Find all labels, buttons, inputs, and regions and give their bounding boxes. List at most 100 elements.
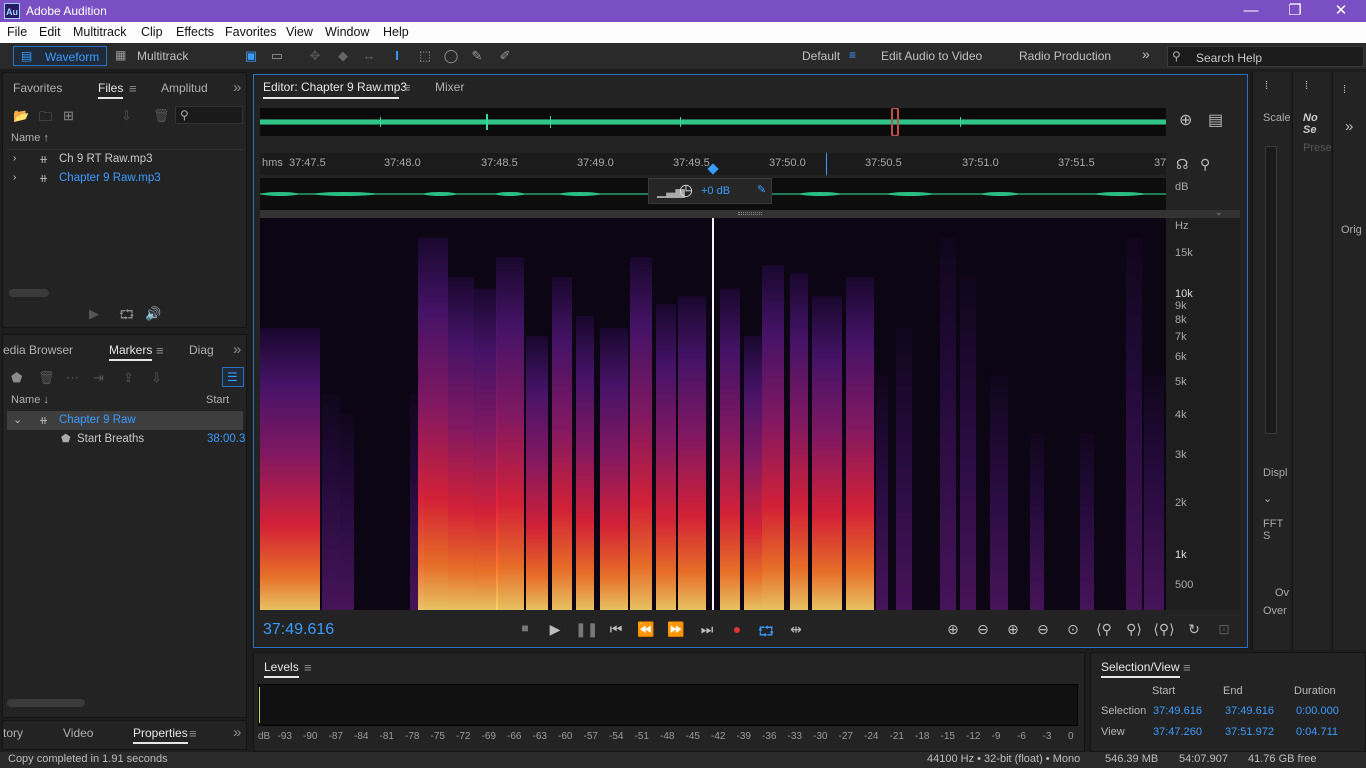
- chevron-down-icon[interactable]: ⌄: [1263, 492, 1272, 505]
- panel-grip-icon[interactable]: ⁞: [1343, 84, 1346, 96]
- panel-grip-icon[interactable]: ⁞: [1305, 80, 1308, 92]
- autoplay-icon[interactable]: 🔊: [145, 306, 161, 322]
- slip-tool-icon[interactable]: ↔: [359, 47, 379, 65]
- current-time[interactable]: 37:49.616: [263, 621, 334, 639]
- workspace-menu-icon[interactable]: ≡: [849, 49, 856, 61]
- tab-files[interactable]: Files: [98, 81, 124, 99]
- restore-button[interactable]: ❐: [1272, 0, 1318, 22]
- tab-history[interactable]: tory: [3, 726, 23, 740]
- view-start[interactable]: 37:47.260: [1153, 726, 1202, 738]
- menu-effects[interactable]: Effects: [176, 25, 214, 39]
- fast-forward-button[interactable]: ⏩: [665, 621, 687, 638]
- panel-splitter[interactable]: ⌄: [260, 207, 1240, 218]
- insert-into-multitrack-icon[interactable]: ⇩: [121, 108, 132, 124]
- spectral-frequency-icon[interactable]: ▣: [241, 47, 261, 65]
- menu-help[interactable]: Help: [383, 25, 409, 39]
- zoom-navigator-icon[interactable]: ⊕: [1179, 113, 1192, 129]
- hud-volume[interactable]: ▁▃▅ ◷ +0 dB ✎: [648, 178, 772, 204]
- menu-window[interactable]: Window: [325, 25, 369, 39]
- tab-video[interactable]: Video: [63, 726, 93, 740]
- markers-column-start[interactable]: Start: [206, 394, 229, 406]
- rewind-button[interactable]: ⏪: [635, 621, 657, 638]
- spectral-pitch-icon[interactable]: ▭: [267, 47, 287, 65]
- files-column-name[interactable]: Name ↑: [11, 132, 49, 144]
- marquee-tool-icon[interactable]: ⬚: [415, 47, 435, 65]
- selection-end[interactable]: 37:49.616: [1225, 705, 1274, 717]
- minimize-button[interactable]: —: [1228, 0, 1274, 22]
- workspace-default[interactable]: Default: [802, 49, 840, 63]
- batch-marker-icon[interactable]: ⇩: [151, 370, 162, 386]
- zoom-custom-icon[interactable]: ⊡: [1213, 621, 1235, 638]
- panel-overflow-icon[interactable]: »: [233, 724, 241, 741]
- marker-list-toggle[interactable]: ☰: [222, 367, 244, 387]
- expand-icon[interactable]: ›: [13, 153, 16, 164]
- add-marker-icon[interactable]: ⬟: [11, 370, 22, 386]
- hud-pin-icon[interactable]: ✎: [757, 185, 766, 196]
- collapse-arrow-icon[interactable]: ⌄: [1215, 207, 1223, 218]
- lasso-tool-icon[interactable]: ◯: [441, 47, 461, 65]
- previous-button[interactable]: ⏮: [605, 621, 627, 638]
- zoom-in-time-icon[interactable]: ⊕: [1002, 621, 1024, 638]
- spot-healing-icon[interactable]: ✐: [495, 47, 515, 65]
- merge-markers-icon[interactable]: ⋯: [66, 370, 79, 386]
- close-button[interactable]: ✕: [1318, 0, 1364, 22]
- file-item[interactable]: › ⧺ Chapter 9 Raw.mp3: [7, 170, 243, 189]
- zoom-in-amplitude-icon[interactable]: ⊕: [942, 621, 964, 638]
- collapse-icon[interactable]: ⌄: [13, 413, 22, 426]
- marker-row[interactable]: ⬟ Start Breaths 38:00.3: [7, 430, 245, 449]
- time-ruler[interactable]: hms 37:47.5 37:48.0 37:48.5 37:49.0 37:4…: [260, 153, 1166, 175]
- multitrack-button[interactable]: ▦ Multitrack: [110, 46, 196, 66]
- selection-start[interactable]: 37:49.616: [1153, 705, 1202, 717]
- play-button[interactable]: ▶: [544, 621, 566, 638]
- levels-title[interactable]: Levels: [264, 660, 299, 678]
- zoom-out-time-icon[interactable]: ⊖: [1032, 621, 1054, 638]
- stop-button[interactable]: ■: [514, 621, 536, 635]
- selection-view-title[interactable]: Selection/View: [1101, 660, 1180, 678]
- marker-group-row[interactable]: ⌄ ⧺ Chapter 9 Raw: [7, 411, 243, 430]
- pause-button[interactable]: ❚❚: [575, 621, 598, 638]
- menu-view[interactable]: View: [286, 25, 313, 39]
- record-button[interactable]: ●: [726, 621, 748, 637]
- insert-marker-icon[interactable]: ⇥: [93, 370, 104, 386]
- play-preview-icon[interactable]: ▶: [89, 306, 99, 322]
- tab-markers[interactable]: Markers: [109, 343, 153, 361]
- workspace-radio-production[interactable]: Radio Production: [1019, 49, 1111, 63]
- files-search-input[interactable]: ⚲: [175, 106, 243, 124]
- menu-favorites[interactable]: Favorites: [225, 25, 276, 39]
- workspace-edit-audio-to-video[interactable]: Edit Audio to Video: [881, 49, 982, 63]
- selection-view-menu-icon[interactable]: ≡: [1183, 660, 1191, 675]
- zoom-out-full-icon[interactable]: ⊙: [1062, 621, 1084, 638]
- zoom-in-start-icon[interactable]: ⟨⚲: [1093, 621, 1115, 638]
- delete-icon[interactable]: 🗑: [153, 108, 170, 124]
- razor-tool-icon[interactable]: ◆: [333, 47, 353, 65]
- brush-tool-icon[interactable]: ✎: [467, 47, 487, 65]
- horizontal-scrollbar[interactable]: [9, 289, 49, 297]
- loop-preview-icon[interactable]: ⮔: [119, 306, 134, 328]
- open-file-icon[interactable]: 📂: [13, 108, 29, 124]
- headphones-icon[interactable]: ☊: [1176, 157, 1188, 171]
- workspace-more-button[interactable]: »: [1142, 46, 1150, 62]
- markers-column-name[interactable]: Name ↓: [11, 394, 49, 406]
- spectral-frequency-display[interactable]: [260, 218, 1166, 610]
- panel-grip-icon[interactable]: ⁞: [1265, 80, 1268, 92]
- horizontal-scrollbar[interactable]: [7, 699, 85, 707]
- tab-mixer[interactable]: Mixer: [435, 80, 464, 94]
- properties-panel-menu-icon[interactable]: ≡: [189, 726, 197, 741]
- pin-icon[interactable]: ⚲: [1200, 157, 1210, 171]
- tab-favorites[interactable]: Favorites: [13, 81, 62, 95]
- expand-panel-icon[interactable]: »: [1345, 118, 1353, 135]
- tab-amplitude[interactable]: Amplitud: [161, 81, 208, 95]
- files-panel-menu-icon[interactable]: ≡: [129, 81, 137, 96]
- skip-selection-button[interactable]: ⇹: [785, 621, 807, 638]
- waveform-button[interactable]: ▤ Waveform: [13, 46, 107, 66]
- view-end[interactable]: 37:51.972: [1225, 726, 1274, 738]
- file-item[interactable]: › ⧺ Ch 9 RT Raw.mp3: [7, 151, 243, 170]
- levels-menu-icon[interactable]: ≡: [304, 660, 312, 675]
- gain-readout[interactable]: +0 dB: [701, 185, 730, 197]
- panel-overflow-icon[interactable]: »: [233, 341, 241, 358]
- tab-editor[interactable]: Editor: Chapter 9 Raw.mp3: [263, 80, 407, 94]
- new-file-icon[interactable]: ⊞: [63, 108, 74, 124]
- menu-file[interactable]: File: [7, 25, 27, 39]
- menu-multitrack[interactable]: Multitrack: [73, 25, 126, 39]
- editor-panel-menu-icon[interactable]: ≡: [403, 80, 411, 95]
